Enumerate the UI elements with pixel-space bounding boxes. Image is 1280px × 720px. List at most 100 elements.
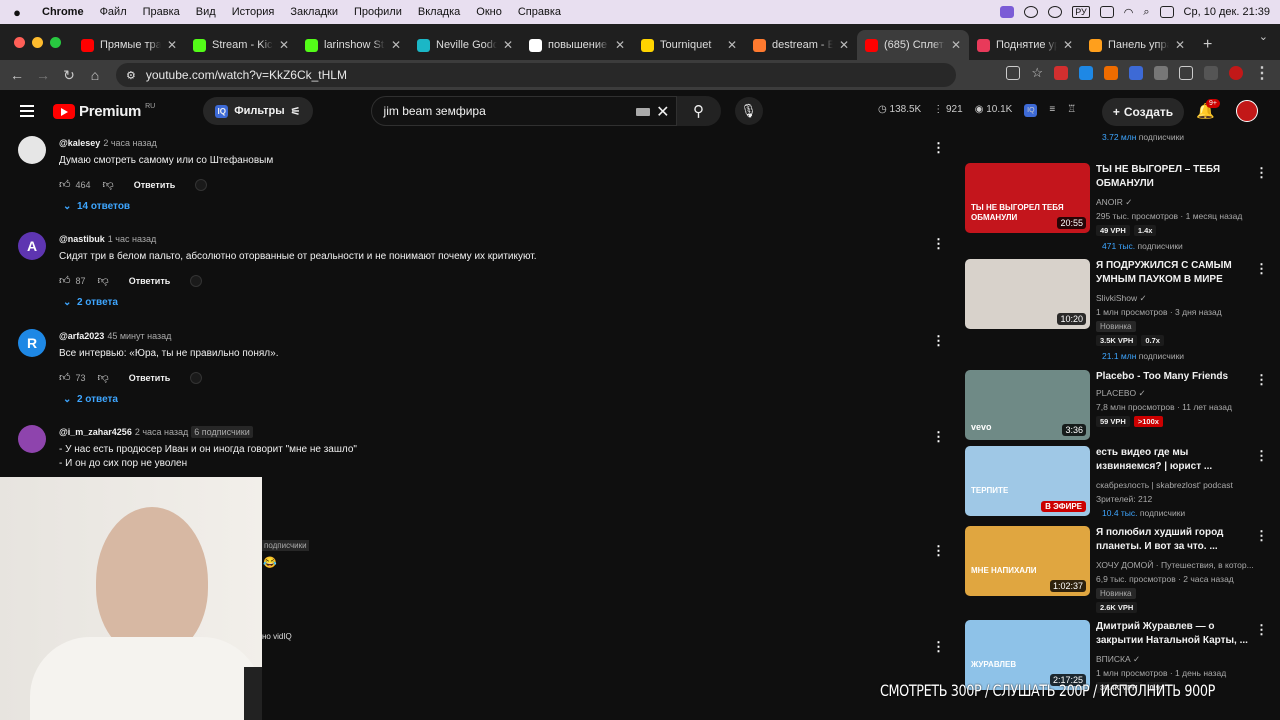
browser-tab[interactable]: Neville Godda ✕ <box>409 30 521 60</box>
search-input[interactable]: jim beam земфира ✕ <box>370 96 677 126</box>
video-thumbnail[interactable]: vevo 3:36 <box>965 370 1090 440</box>
youtube-logo[interactable]: Premium RU <box>53 103 155 120</box>
reload-icon[interactable]: ↻ <box>56 67 82 84</box>
back-icon[interactable]: ← <box>4 67 30 83</box>
video-thumbnail[interactable]: ТЫ НЕ ВЫГОРЕЛ ТЕБЯ ОБМАНУЛИ 20:55 <box>965 163 1090 233</box>
close-tab-icon[interactable]: ✕ <box>727 38 737 52</box>
close-tab-icon[interactable]: ✕ <box>167 38 177 52</box>
comment-menu-icon[interactable]: ⋮ <box>932 429 945 445</box>
bookmark-star-icon[interactable]: ☆ <box>1031 65 1043 81</box>
browser-tab[interactable]: Stream - Kick ✕ <box>185 30 297 60</box>
comment-author[interactable]: @i_m_zahar4256 <box>59 427 132 437</box>
wifi-icon[interactable]: ◠ <box>1124 6 1134 19</box>
video-menu-icon[interactable]: ⋮ <box>1255 528 1268 544</box>
video-title[interactable]: Дмитрий Журавлев — о закрытии Натальной … <box>1096 620 1256 648</box>
close-tab-icon[interactable]: ✕ <box>951 38 961 52</box>
vidiq-icon[interactable]: IQ <box>1024 104 1038 117</box>
control-center-icon[interactable] <box>1159 6 1174 18</box>
commenter-avatar[interactable]: R <box>18 329 46 357</box>
video-channel[interactable]: PLACEBO ✓ <box>1096 388 1146 399</box>
reply-button[interactable]: Ответить <box>129 276 171 286</box>
menu-help[interactable]: Справка <box>510 6 569 18</box>
browser-tab[interactable]: Tourniquet ✕ <box>633 30 745 60</box>
video-title[interactable]: Я полюбил худший город планеты. И вот за… <box>1096 526 1256 554</box>
close-tab-icon[interactable]: ✕ <box>391 38 401 52</box>
search-button[interactable]: ⚲ <box>676 96 721 126</box>
video-channel[interactable]: скабрезлость | skabrezlost' podcast <box>1096 480 1233 490</box>
comment-time[interactable]: 45 минут назад <box>107 331 171 341</box>
video-menu-icon[interactable]: ⋮ <box>1255 261 1268 277</box>
account-avatar[interactable] <box>1236 100 1258 122</box>
view-replies-button[interactable]: ⌄ 14 ответов <box>63 201 130 212</box>
status-icon[interactable] <box>1024 6 1039 18</box>
close-tab-icon[interactable]: ✕ <box>1175 38 1185 52</box>
menu-history[interactable]: История <box>224 6 283 18</box>
filters-button[interactable]: IQ Фильтры ⚟ <box>203 97 313 125</box>
menu-view[interactable]: Вид <box>188 6 224 18</box>
commenter-avatar[interactable] <box>18 425 46 453</box>
adblock-extension-icon[interactable] <box>1054 66 1068 80</box>
video-menu-icon[interactable]: ⋮ <box>1255 622 1268 638</box>
related-video[interactable]: ТЕРПИТЕ В ЭФИРЕ есть видео где мы извиня… <box>964 446 1280 520</box>
extension-icon-3[interactable] <box>1104 66 1118 80</box>
minimize-window-button[interactable] <box>32 37 43 48</box>
video-menu-icon[interactable]: ⋮ <box>1255 448 1268 464</box>
screen-record-icon[interactable] <box>1000 6 1015 18</box>
video-title[interactable]: Я ПОДРУЖИЛСЯ С САМЫМ УМНЫМ ПАУКОМ В МИРЕ <box>1096 259 1256 287</box>
video-title[interactable]: Placebo - Too Many Friends <box>1096 370 1256 384</box>
search-value[interactable]: jim beam земфира <box>384 104 486 118</box>
home-icon[interactable]: ⌂ <box>82 67 108 83</box>
browser-tab[interactable]: повышение ур ✕ <box>521 30 633 60</box>
trophy-icon[interactable]: ♖ <box>1067 104 1076 117</box>
clear-search-icon[interactable]: ✕ <box>656 102 669 122</box>
video-channel[interactable]: ВПИСКА ✓ <box>1096 654 1140 665</box>
comment-time[interactable]: 2 часа назад <box>135 427 188 437</box>
forward-icon[interactable]: → <box>30 67 56 83</box>
like-icon[interactable]: 👍︎ <box>59 178 71 191</box>
input-language[interactable]: РУ <box>1072 6 1090 18</box>
view-replies-button[interactable]: ⌄ 2 ответа <box>63 297 118 308</box>
hamburger-menu-icon[interactable] <box>20 105 34 117</box>
zoom-window-button[interactable] <box>50 37 61 48</box>
close-tab-icon[interactable]: ✕ <box>279 38 289 52</box>
video-title[interactable]: ТЫ НЕ ВЫГОРЕЛ – ТЕБЯ ОБМАНУЛИ <box>1096 163 1256 191</box>
create-button[interactable]: + Создать <box>1102 98 1184 126</box>
browser-tab[interactable]: Прямые тран ✕ <box>73 30 185 60</box>
browser-tab[interactable]: destream - Ew ✕ <box>745 30 857 60</box>
view-replies-button[interactable]: ⌄ 2 ответа <box>63 394 118 405</box>
keyboard-icon[interactable] <box>635 108 650 116</box>
video-channel[interactable]: SlivkiShow ✓ <box>1096 293 1147 304</box>
comment-author[interactable]: @nastibuk <box>59 234 105 244</box>
video-title[interactable]: есть видео где мы извиняемся? | юрист ..… <box>1096 446 1256 474</box>
reply-button[interactable]: Ответить <box>134 180 176 190</box>
comment-menu-icon[interactable]: ⋮ <box>932 140 945 156</box>
video-channel[interactable]: ANOIR ✓ <box>1096 197 1132 208</box>
video-thumbnail[interactable]: ТЕРПИТЕ В ЭФИРЕ <box>965 446 1090 516</box>
menu-tab[interactable]: Вкладка <box>410 6 468 18</box>
voice-search-button[interactable]: 🎙 <box>734 97 763 125</box>
tab-search-icon[interactable]: ⌄ <box>1259 30 1268 43</box>
comment-time[interactable]: 1 час назад <box>108 234 156 244</box>
commenter-avatar[interactable]: A <box>18 232 46 260</box>
play-circle-icon[interactable] <box>1048 6 1063 18</box>
address-bar[interactable]: ⚙ youtube.com/watch?v=KkZ6Ck_tHLM <box>116 63 956 87</box>
vidiq-reply-icon[interactable] <box>195 178 208 191</box>
cast-icon[interactable] <box>1006 66 1021 80</box>
video-menu-icon[interactable]: ⋮ <box>1255 372 1268 388</box>
reply-button[interactable]: Ответить <box>129 373 171 383</box>
video-thumbnail[interactable]: 10:20 <box>965 259 1090 329</box>
related-video[interactable]: МНЕ НАПИХАЛИ 1:02:37 Я полюбил худший го… <box>964 526 1280 613</box>
comment-time[interactable]: 2 часа назад <box>103 138 156 148</box>
menu-file[interactable]: Файл <box>92 6 135 18</box>
video-menu-icon[interactable]: ⋮ <box>1255 165 1268 181</box>
apple-icon[interactable]: ● <box>0 5 34 20</box>
dislike-icon[interactable]: 👎︎ <box>103 178 114 191</box>
extensions-puzzle-icon[interactable] <box>1179 66 1193 80</box>
video-thumbnail[interactable]: МНЕ НАПИХАЛИ 1:02:37 <box>965 526 1090 596</box>
commenter-avatar[interactable] <box>18 136 46 164</box>
profile-icon[interactable] <box>1229 66 1243 80</box>
related-video[interactable]: vevo 3:36 Placebo - Too Many Friends PLAC… <box>964 370 1280 444</box>
close-tab-icon[interactable]: ✕ <box>839 38 849 52</box>
close-tab-icon[interactable]: ✕ <box>1063 38 1073 52</box>
url-text[interactable]: youtube.com/watch?v=KkZ6Ck_tHLM <box>146 68 347 82</box>
